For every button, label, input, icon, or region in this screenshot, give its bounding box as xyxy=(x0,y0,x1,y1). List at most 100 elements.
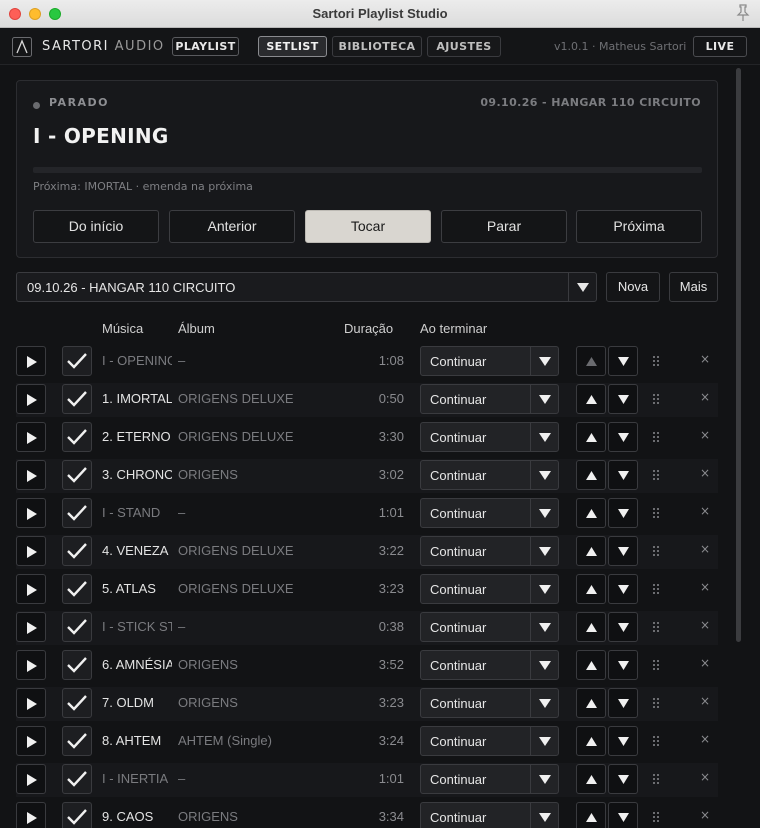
row-move-up-button[interactable] xyxy=(576,346,606,376)
row-on-end-select[interactable]: Continuar xyxy=(420,498,559,528)
row-play-button[interactable] xyxy=(16,536,46,566)
row-play-button[interactable] xyxy=(16,498,46,528)
row-play-button[interactable] xyxy=(16,422,46,452)
setlist-dropdown-toggle[interactable] xyxy=(568,273,596,301)
row-remove-button[interactable]: × xyxy=(699,428,711,444)
row-move-up-button[interactable] xyxy=(576,536,606,566)
row-move-down-button[interactable] xyxy=(608,384,638,414)
row-move-up-button[interactable] xyxy=(576,726,606,756)
row-enabled-checkbox[interactable] xyxy=(62,764,92,794)
drag-handle-icon[interactable] xyxy=(652,772,660,786)
drag-handle-icon[interactable] xyxy=(652,658,660,672)
row-enabled-checkbox[interactable] xyxy=(62,726,92,756)
row-on-end-select[interactable]: Continuar xyxy=(420,574,559,604)
new-setlist-button[interactable]: Nova xyxy=(606,272,660,302)
row-move-down-button[interactable] xyxy=(608,574,638,604)
drag-handle-icon[interactable] xyxy=(652,696,660,710)
drag-handle-icon[interactable] xyxy=(652,734,660,748)
row-move-down-button[interactable] xyxy=(608,650,638,680)
row-on-end-dropdown-toggle[interactable] xyxy=(530,537,558,565)
more-options-button[interactable]: Mais xyxy=(669,272,718,302)
row-play-button[interactable] xyxy=(16,574,46,604)
play-button[interactable]: Tocar xyxy=(305,210,431,243)
row-play-button[interactable] xyxy=(16,384,46,414)
table-row[interactable]: 2. ETERNO ORIGENS DELUXE 3:30 Continuar × xyxy=(16,421,718,455)
row-play-button[interactable] xyxy=(16,612,46,642)
table-row[interactable]: 3. CHRONOS ORIGENS 3:02 Continuar × xyxy=(16,459,718,493)
row-on-end-select[interactable]: Continuar xyxy=(420,536,559,566)
row-on-end-dropdown-toggle[interactable] xyxy=(530,423,558,451)
row-remove-button[interactable]: × xyxy=(699,618,711,634)
row-move-up-button[interactable] xyxy=(576,802,606,828)
drag-handle-icon[interactable] xyxy=(652,354,660,368)
table-row[interactable]: 4. VENEZA ORIGENS DELUXE 3:22 Continuar × xyxy=(16,535,718,569)
drag-handle-icon[interactable] xyxy=(652,810,660,824)
row-on-end-select[interactable]: Continuar xyxy=(420,764,559,794)
row-move-down-button[interactable] xyxy=(608,688,638,718)
row-move-down-button[interactable] xyxy=(608,612,638,642)
row-on-end-dropdown-toggle[interactable] xyxy=(530,689,558,717)
row-on-end-dropdown-toggle[interactable] xyxy=(530,385,558,413)
stop-button[interactable]: Parar xyxy=(441,210,567,243)
row-on-end-select[interactable]: Continuar xyxy=(420,346,559,376)
row-play-button[interactable] xyxy=(16,726,46,756)
row-enabled-checkbox[interactable] xyxy=(62,384,92,414)
row-remove-button[interactable]: × xyxy=(699,352,711,368)
row-enabled-checkbox[interactable] xyxy=(62,536,92,566)
pin-icon[interactable] xyxy=(736,4,750,22)
row-on-end-dropdown-toggle[interactable] xyxy=(530,727,558,755)
row-on-end-select[interactable]: Continuar xyxy=(420,802,559,828)
table-row[interactable]: 6. AMNÉSIA ORIGENS 3:52 Continuar × xyxy=(16,649,718,683)
row-on-end-dropdown-toggle[interactable] xyxy=(530,651,558,679)
tab-ajustes[interactable]: AJUSTES xyxy=(427,36,501,57)
table-row[interactable]: I - INERTIA – 1:01 Continuar × xyxy=(16,763,718,797)
next-button[interactable]: Próxima xyxy=(576,210,702,243)
row-move-up-button[interactable] xyxy=(576,498,606,528)
row-remove-button[interactable]: × xyxy=(699,542,711,558)
row-move-up-button[interactable] xyxy=(576,650,606,680)
row-on-end-dropdown-toggle[interactable] xyxy=(530,461,558,489)
row-remove-button[interactable]: × xyxy=(699,466,711,482)
drag-handle-icon[interactable] xyxy=(652,582,660,596)
drag-handle-icon[interactable] xyxy=(652,430,660,444)
row-remove-button[interactable]: × xyxy=(699,504,711,520)
table-row[interactable]: I - OPENING – 1:08 Continuar × xyxy=(16,345,718,379)
row-move-down-button[interactable] xyxy=(608,536,638,566)
tab-biblioteca[interactable]: BIBLIOTECA xyxy=(332,36,422,57)
row-on-end-select[interactable]: Continuar xyxy=(420,384,559,414)
row-enabled-checkbox[interactable] xyxy=(62,460,92,490)
table-row[interactable]: 1. IMORTAL ORIGENS DELUXE 0:50 Continuar × xyxy=(16,383,718,417)
row-on-end-select[interactable]: Continuar xyxy=(420,688,559,718)
row-play-button[interactable] xyxy=(16,460,46,490)
row-play-button[interactable] xyxy=(16,650,46,680)
playback-progress-bar[interactable] xyxy=(33,167,702,173)
table-row[interactable]: 5. ATLAS ORIGENS DELUXE 3:23 Continuar × xyxy=(16,573,718,607)
row-on-end-dropdown-toggle[interactable] xyxy=(530,765,558,793)
table-row[interactable]: I - STICK STICK– 0:38 Continuar × xyxy=(16,611,718,645)
row-play-button[interactable] xyxy=(16,802,46,828)
row-on-end-dropdown-toggle[interactable] xyxy=(530,347,558,375)
row-enabled-checkbox[interactable] xyxy=(62,802,92,828)
row-on-end-dropdown-toggle[interactable] xyxy=(530,499,558,527)
drag-handle-icon[interactable] xyxy=(652,620,660,634)
playlist-mode-badge[interactable]: PLAYLIST xyxy=(172,37,239,56)
row-on-end-select[interactable]: Continuar xyxy=(420,422,559,452)
row-move-up-button[interactable] xyxy=(576,422,606,452)
row-on-end-dropdown-toggle[interactable] xyxy=(530,803,558,828)
tab-setlist[interactable]: SETLIST xyxy=(258,36,327,57)
row-on-end-select[interactable]: Continuar xyxy=(420,650,559,680)
row-on-end-dropdown-toggle[interactable] xyxy=(530,613,558,641)
row-play-button[interactable] xyxy=(16,688,46,718)
row-remove-button[interactable]: × xyxy=(699,732,711,748)
row-play-button[interactable] xyxy=(16,764,46,794)
row-remove-button[interactable]: × xyxy=(699,390,711,406)
row-enabled-checkbox[interactable] xyxy=(62,688,92,718)
row-move-up-button[interactable] xyxy=(576,460,606,490)
row-enabled-checkbox[interactable] xyxy=(62,612,92,642)
drag-handle-icon[interactable] xyxy=(652,468,660,482)
table-row[interactable]: 7. OLDM ORIGENS 3:23 Continuar × xyxy=(16,687,718,721)
row-on-end-select[interactable]: Continuar xyxy=(420,726,559,756)
row-move-down-button[interactable] xyxy=(608,764,638,794)
row-remove-button[interactable]: × xyxy=(699,808,711,824)
row-enabled-checkbox[interactable] xyxy=(62,650,92,680)
